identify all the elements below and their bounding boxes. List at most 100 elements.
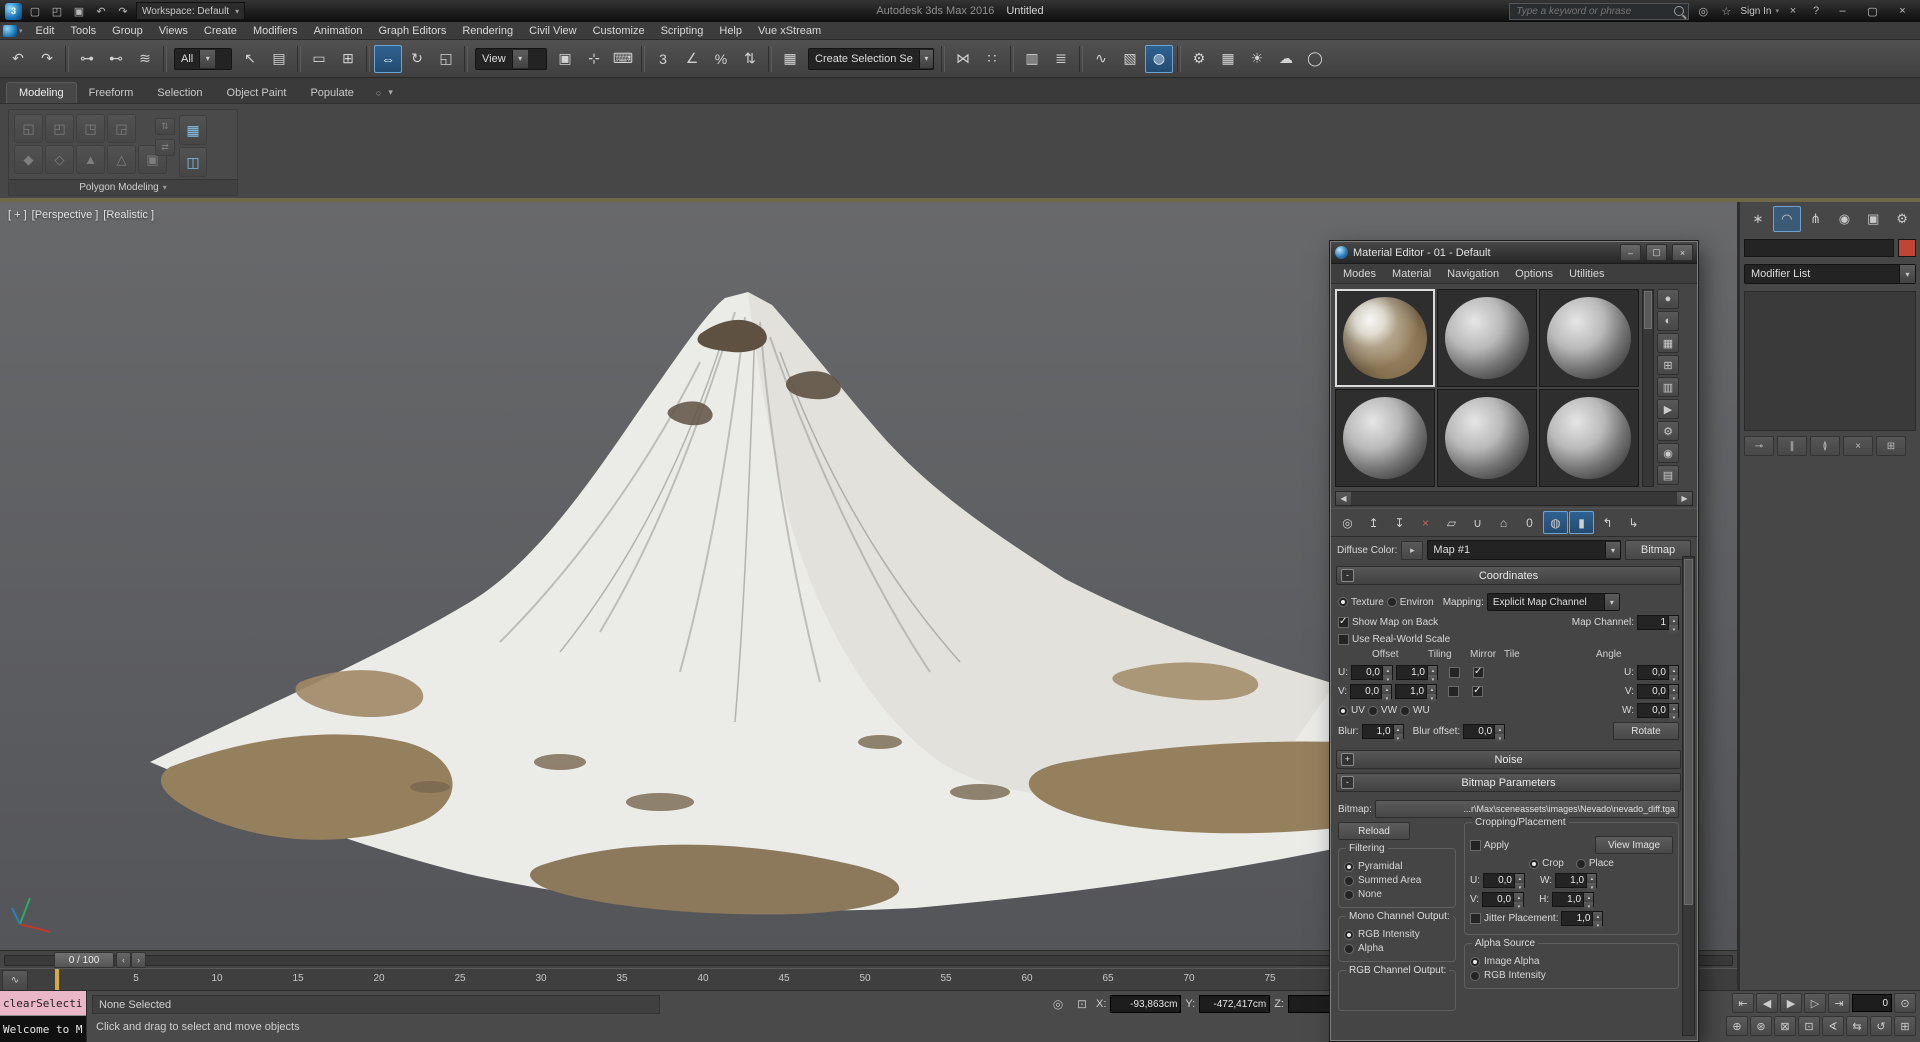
ribbon-small-tool-icon[interactable]: ⇅ (155, 118, 175, 135)
maxscript-mini-listener[interactable]: clearSelecti Welcome to M (0, 991, 87, 1042)
viewport-general-menu[interactable]: [ + ] (8, 209, 27, 221)
maximize-button[interactable]: ▢ (1646, 244, 1667, 261)
menu-item[interactable]: Group (104, 22, 151, 40)
close-button[interactable]: × (1890, 3, 1915, 20)
align-icon[interactable]: ∷ (978, 45, 1006, 73)
u-angle-spinner[interactable]: 0,0 (1637, 665, 1679, 684)
zoom-all-icon[interactable]: ⊛ (1750, 1016, 1772, 1036)
curve-editor-icon[interactable]: ∿ (1087, 45, 1115, 73)
open-file-icon[interactable]: ◰ (48, 2, 66, 20)
environ-radio[interactable]: Environ (1386, 597, 1434, 608)
current-frame-marker[interactable] (55, 969, 59, 991)
material-editor-menu-item[interactable]: Modes (1335, 268, 1384, 280)
sign-in-button[interactable]: Sign In (1740, 6, 1779, 17)
menu-item[interactable]: Modifiers (245, 22, 306, 40)
listener-white-line[interactable]: Welcome to M (0, 1016, 86, 1042)
crop-w-spinner[interactable]: 1,0 (1555, 873, 1598, 892)
close-button[interactable]: × (1672, 244, 1693, 261)
ribbon-toggle-icon[interactable]: ▦ (179, 115, 207, 145)
place-radio[interactable]: Place (1575, 858, 1614, 869)
use-pivot-center-icon[interactable]: ▣ (551, 45, 579, 73)
ribbon-tab[interactable]: Selection (145, 83, 214, 103)
orbit-icon[interactable]: ↺ (1870, 1016, 1892, 1036)
maximize-button[interactable]: ▢ (1860, 3, 1885, 20)
render-in-cloud-icon[interactable]: ☁ (1272, 45, 1300, 73)
rectangular-selection-icon[interactable]: ▭ (305, 45, 333, 73)
parameters-scrollbar[interactable] (1682, 556, 1695, 1036)
field-of-view-icon[interactable]: ∢ (1822, 1016, 1844, 1036)
ribbon-tool-icon[interactable]: ▲ (76, 145, 105, 174)
noise-rollout-header[interactable]: + Noise (1336, 750, 1681, 769)
scroll-right-icon[interactable]: ▶ (1677, 492, 1692, 505)
bitmap-path-button[interactable]: ...r\Max\sceneassets\images\Nevado\nevad… (1374, 800, 1679, 818)
reset-map-icon[interactable]: × (1413, 511, 1438, 534)
make-material-copy-icon[interactable]: ▱ (1439, 511, 1464, 534)
expand-icon[interactable]: + (1341, 753, 1354, 766)
tab-display-icon[interactable]: ▣ (1859, 206, 1887, 232)
toggle-layer-explorer-icon[interactable]: ≣ (1047, 45, 1075, 73)
new-scene-icon[interactable]: ▢ (26, 2, 44, 20)
texture-radio[interactable]: Texture (1338, 597, 1384, 608)
w-angle-spinner[interactable]: 0,0 (1637, 703, 1679, 722)
ribbon-tool-icon[interactable]: ◆ (14, 145, 43, 174)
u-tile-checkbox[interactable] (1473, 666, 1484, 678)
play-button[interactable]: ▶ (1780, 993, 1802, 1013)
v-tile-checkbox[interactable] (1472, 685, 1484, 697)
ribbon-tool-icon[interactable]: ◳ (76, 114, 105, 143)
menu-item[interactable]: Edit (28, 22, 63, 40)
v-tiling-spinner[interactable]: 1,0 (1395, 684, 1438, 703)
mono-channel-option[interactable]: RGB Intensity (1344, 929, 1450, 940)
menu-item[interactable]: Vue xStream (750, 22, 829, 40)
make-unique-icon[interactable]: ≬ (1810, 436, 1840, 456)
slot-scrollbar[interactable] (1642, 289, 1654, 487)
make-unique-icon[interactable]: ∪ (1465, 511, 1490, 534)
make-preview-icon[interactable]: ▶ (1657, 399, 1679, 419)
max-logo-icon[interactable]: 3 (5, 2, 22, 20)
menu-item[interactable]: Views (151, 22, 196, 40)
ribbon-options-arrow-icon[interactable]: ▾ (388, 87, 393, 98)
put-to-library-icon[interactable]: ⌂ (1491, 511, 1516, 534)
remove-modifier-icon[interactable]: × (1843, 436, 1873, 456)
save-file-icon[interactable]: ▣ (70, 2, 88, 20)
reference-coordinate-dropdown[interactable]: View (475, 47, 547, 70)
u-tiling-spinner[interactable]: 1,0 (1396, 665, 1438, 684)
menu-item[interactable]: Scripting (653, 22, 712, 40)
menu-item[interactable]: Rendering (454, 22, 521, 40)
tab-utilities-icon[interactable]: ⚙ (1888, 206, 1916, 232)
edit-named-selection-sets-icon[interactable]: ▦ (776, 45, 804, 73)
go-to-start-button[interactable]: ⇤ (1732, 993, 1754, 1013)
show-shaded-material-icon[interactable]: ◍ (1543, 511, 1568, 534)
select-by-name-icon[interactable]: ▤ (265, 45, 293, 73)
time-slider-handle[interactable]: 0 / 100 (54, 952, 114, 968)
vw-radio[interactable]: VW (1367, 705, 1397, 716)
pin-stack-icon[interactable]: ⊸ (1744, 436, 1774, 456)
assign-material-to-selection-icon[interactable]: ↧ (1387, 511, 1412, 534)
ribbon-display-toggle-icon[interactable]: ○ (376, 88, 381, 98)
time-configuration-icon[interactable]: ⊙ (1894, 993, 1916, 1013)
zoom-icon[interactable]: ⊕ (1726, 1016, 1748, 1036)
material-id-channel-icon[interactable]: 0 (1517, 511, 1542, 534)
sample-slot-5[interactable] (1437, 389, 1537, 487)
unlink-selection-icon[interactable]: ⊷ (102, 45, 130, 73)
render-setup-icon[interactable]: ⚙ (1185, 45, 1213, 73)
ribbon-tool-icon[interactable]: △ (107, 145, 136, 174)
material-editor-menu-item[interactable]: Material (1384, 268, 1439, 280)
previous-frame-button[interactable]: ◀ (1756, 993, 1778, 1013)
ribbon-tool-icon[interactable]: ◰ (45, 114, 74, 143)
named-selection-sets-dropdown[interactable]: Create Selection Se (808, 47, 934, 70)
zoom-extents-icon[interactable]: ⊠ (1774, 1016, 1796, 1036)
video-color-check-icon[interactable]: ▥ (1657, 377, 1679, 397)
workspace-dropdown[interactable]: Workspace: Default (136, 2, 246, 20)
get-material-icon[interactable]: ◎ (1335, 511, 1360, 534)
u-mirror-checkbox[interactable] (1449, 667, 1460, 678)
tab-modify-icon[interactable]: ◠ (1772, 206, 1801, 232)
menu-item[interactable]: Customize (585, 22, 653, 40)
autodesk-a360-icon[interactable]: ◯ (1301, 45, 1329, 73)
redo-icon[interactable]: ↷ (33, 45, 61, 73)
rotate-button[interactable]: Rotate (1613, 722, 1679, 740)
listener-pink-line[interactable]: clearSelecti (0, 991, 86, 1016)
isolate-selection-icon[interactable]: ◎ (1048, 995, 1068, 1013)
ribbon-toggle-icon[interactable]: ◫ (179, 147, 207, 177)
menu-item[interactable]: Help (711, 22, 750, 40)
object-color-swatch[interactable] (1898, 239, 1916, 257)
